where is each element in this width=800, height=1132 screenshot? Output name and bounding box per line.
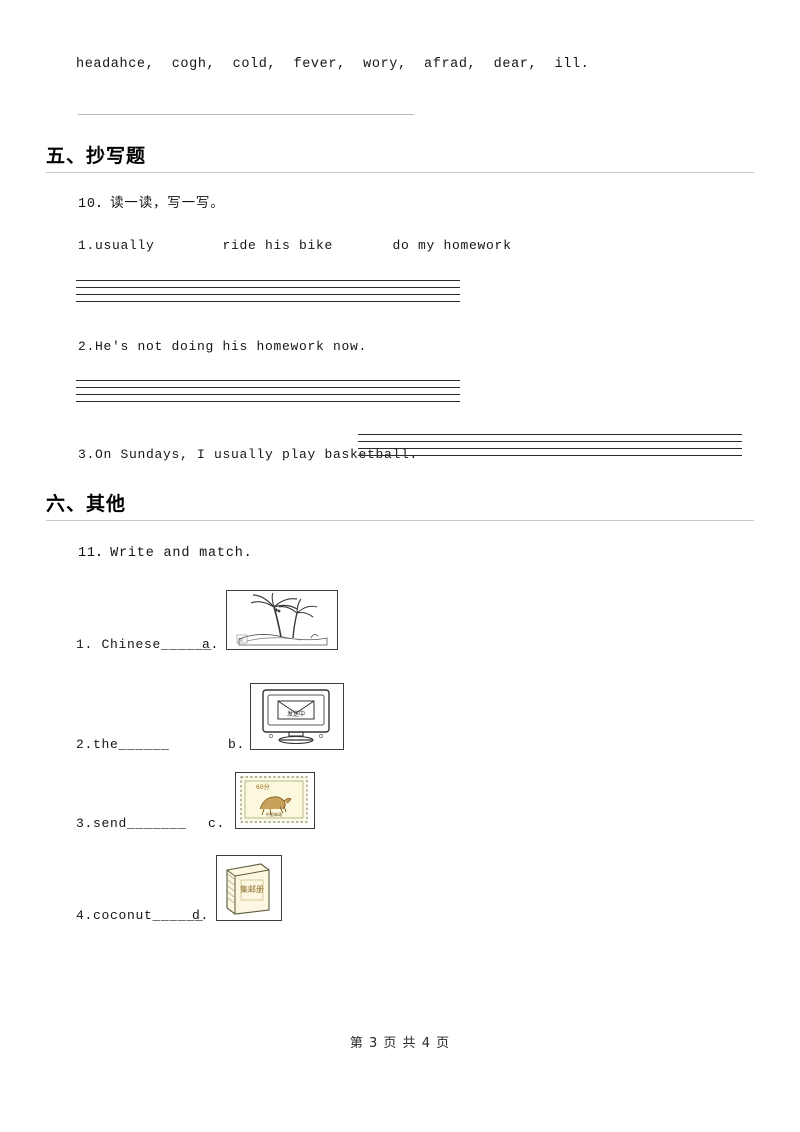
stamp-album-picture: 集邮册 [216,855,282,921]
footer-current-page: 3 [369,1036,379,1051]
vocabulary-line: headahce, cogh, cold, fever, wory, afrad… [76,57,590,72]
match-letter-d: d. [192,908,210,923]
footer-prefix: 第 [349,1036,364,1051]
match-item-1: 1. Chinese______ [76,637,213,652]
section-divider-6 [46,520,754,521]
match-item-3: 3.send_______ [76,816,187,831]
svg-text:发送中: 发送中 [287,710,305,718]
svg-text:60分: 60分 [256,783,270,791]
section-heading-6: 六、其他 [46,493,127,515]
section-heading-5: 五、抄写题 [46,145,147,167]
footer-middle: 页 共 [383,1036,417,1051]
copy-phrase-1: 1.usually ride his bike do my homework [78,238,512,253]
worksheet-page: headahce, cogh, cold, fever, wory, afrad… [0,0,800,1132]
writing-staff-3 [358,434,742,456]
svg-text:集邮册: 集邮册 [240,884,264,894]
match-item-4: 4.coconut______ [76,908,204,923]
writing-staff-2 [76,380,460,402]
copy-phrase-2: 2.He's not doing his homework now. [78,339,368,354]
palm-tree-island-picture: 80 [226,590,338,650]
svg-text:中国邮政: 中国邮政 [266,811,284,818]
writing-staff-1 [76,280,460,302]
question-10-title: 10．读一读，写一写。 [78,197,225,212]
computer-sending-mail-picture: 发送中 [250,683,344,750]
match-letter-c: c. [208,816,226,831]
answer-rule [78,114,414,115]
question-11-title: 11．Write and match. [78,546,253,561]
footer-suffix: 页 [436,1036,451,1051]
match-item-2: 2.the______ [76,737,170,752]
footer-total-pages: 4 [421,1036,431,1051]
match-letter-a: a. [202,637,220,652]
svg-text:80: 80 [239,638,245,643]
postage-stamp-picture: 60分 中国邮政 [235,772,315,829]
match-letter-b: b. [228,737,246,752]
page-footer: 第 3 页 共 4 页 [0,1032,800,1051]
section-divider-5 [46,172,754,173]
